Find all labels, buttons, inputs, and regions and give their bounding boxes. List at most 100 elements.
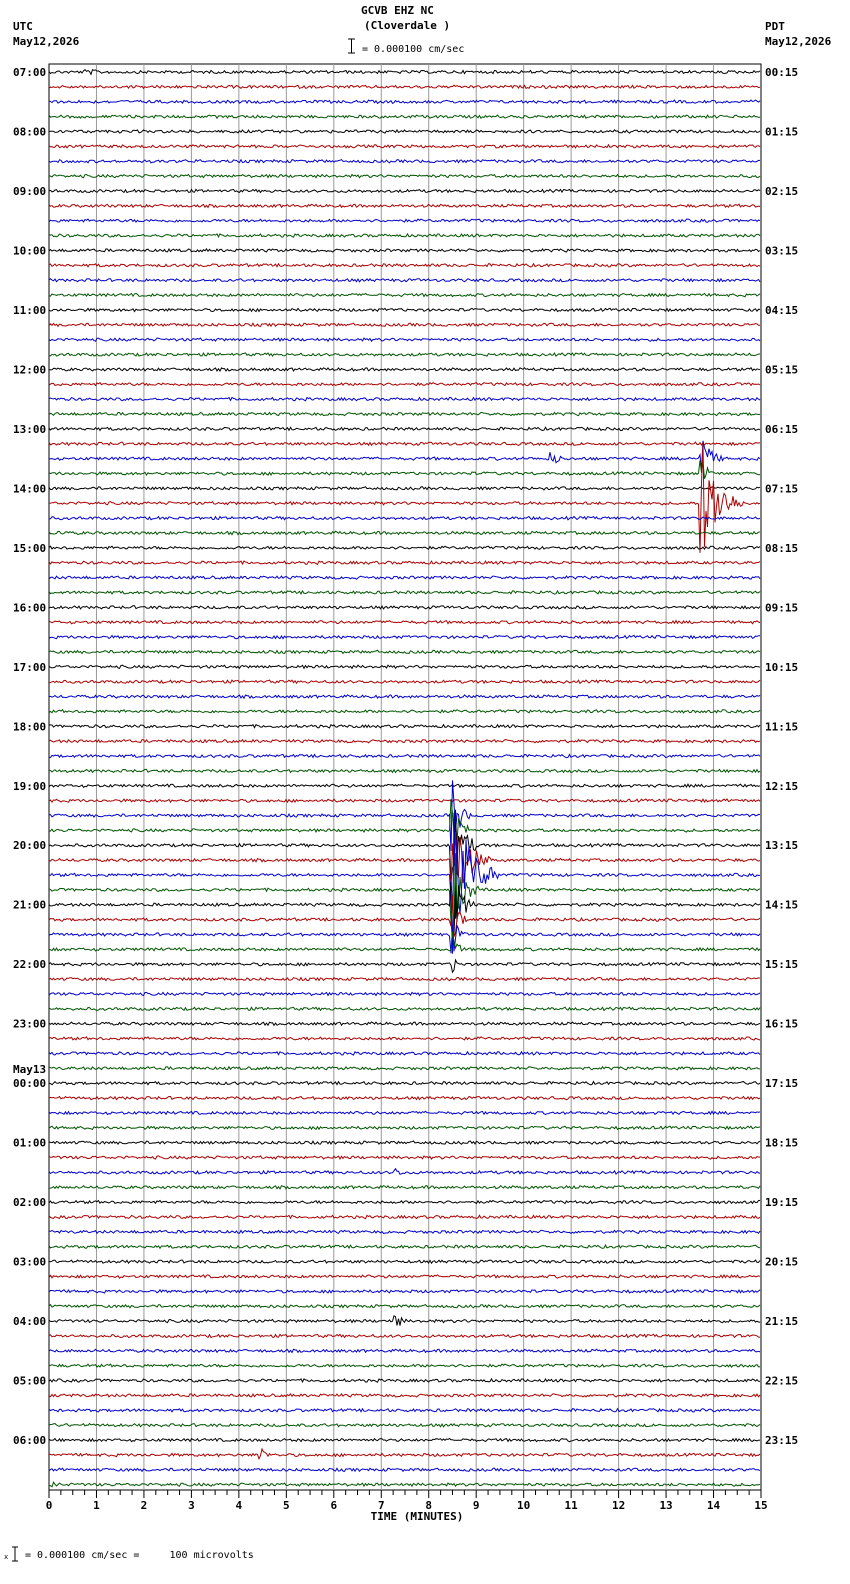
trace-line-43 [48,708,761,714]
pdt-hour-label-4: 04:15 [765,304,798,317]
utc-hour-label-6: 13:00 [13,423,46,436]
trace-line-75 [48,1184,761,1190]
utc-hour-label-11: 18:00 [13,720,46,733]
pdt-hour-label-12: 12:15 [765,780,798,793]
trace-line-12 [48,247,761,253]
trace-line-47 [48,768,761,774]
utc-hour-label-13: 20:00 [13,839,46,852]
seismogram-chart: 07:00 08:00 09:00 10:00 11:00 12:00 13:00 14:00… [13,63,798,1523]
pdt-hour-label-11: 11:15 [765,720,798,733]
trace-line-2 [48,99,761,105]
trace-line-16 [48,307,761,313]
trace-line-1 [48,84,761,90]
utc-hour-label-23: 06:00 [13,1434,46,1447]
x-tick-label-6: 6 [330,1499,337,1512]
trace-line-3 [48,114,761,120]
trace-line-44 [48,723,761,729]
x-tick-label-12: 12 [612,1499,625,1512]
trace-line-79 [48,1244,761,1250]
trace-line-89 [48,1392,761,1398]
utc-hour-label-4: 11:00 [13,304,46,317]
trace-line-64 [48,1021,761,1027]
trace-line-63 [48,1006,761,1012]
trace-line-7 [48,173,761,179]
trace-line-5 [48,143,761,149]
trace-line-85 [48,1333,760,1339]
trace-line-9 [48,203,761,209]
x-tick-label-0: 0 [46,1499,53,1512]
pdt-hour-label-3: 03:15 [765,244,798,257]
trace-line-65 [48,1036,761,1041]
trace-line-70 [48,1110,761,1116]
trace-line-87 [48,1363,761,1369]
trace-line-95 [48,1481,761,1488]
utc-hour-label-19: 02:00 [13,1196,46,1209]
pdt-hour-label-16: 16:15 [765,1018,798,1031]
utc-hour-label-22: 05:00 [13,1375,46,1388]
trace-line-20 [48,366,761,372]
utc-hour-label-1: 08:00 [13,125,46,138]
trace-line-11 [48,232,761,239]
trace-line-46 [48,753,761,759]
pdt-hour-label-7: 07:15 [765,482,798,495]
trace-line-33 [48,560,761,566]
pdt-hour-label-0: 00:15 [765,66,798,79]
trace-line-23 [48,411,761,417]
pdt-hour-label-6: 06:15 [765,423,798,436]
trace-line-27 [48,460,761,479]
trace-line-34 [48,575,761,580]
footer-scale-icon: x [4,1546,20,1562]
trace-line-10 [48,218,761,224]
x-axis-label: TIME (MINUTES) [371,1510,464,1523]
trace-line-13 [48,262,761,268]
trace-line-30 [48,515,761,521]
trace-line-15 [48,292,761,298]
x-tick-label-13: 13 [659,1499,672,1512]
trace-line-91 [48,1422,761,1428]
pdt-hour-label-21: 21:15 [765,1315,798,1328]
utc-hour-label-5: 12:00 [13,363,46,376]
trace-line-90 [48,1407,761,1413]
trace-line-73 [48,1155,761,1161]
trace-line-6 [48,158,761,164]
pdt-hour-label-2: 02:15 [765,185,798,198]
trace-line-62 [48,991,761,997]
x-tick-label-11: 11 [565,1499,579,1512]
trace-line-31 [48,530,761,536]
trace-line-83 [48,1303,761,1309]
utc-hour-label-2: 09:00 [13,185,46,198]
svg-text:x: x [4,1553,8,1561]
trace-line-78 [48,1229,761,1235]
trace-line-72 [48,1140,761,1146]
utc-hour-label-14: 21:00 [13,899,46,912]
trace-line-17 [48,322,761,328]
utc-hour-label-8: 15:00 [13,542,46,555]
trace-line-35 [48,589,761,595]
trace-line-52 [48,809,761,881]
pdt-hour-label-10: 10:15 [765,661,798,674]
trace-line-38 [48,634,761,640]
trace-line-22 [48,396,761,402]
trace-line-86 [48,1348,761,1354]
trace-line-54 [48,812,761,954]
trace-line-40 [48,664,761,670]
trace-line-48 [48,783,761,789]
trace-line-61 [48,976,761,982]
pdt-hour-label-19: 19:15 [765,1196,798,1209]
x-tick-label-9: 9 [473,1499,480,1512]
trace-line-68 [48,1080,761,1086]
pdt-hour-label-9: 09:15 [765,601,798,614]
x-tick-label-15: 15 [754,1499,767,1512]
x-tick-label-5: 5 [283,1499,290,1512]
utc-hour-label-17: 00:00 [13,1077,46,1090]
trace-line-39 [48,649,761,655]
pdt-hour-label-5: 05:15 [765,363,798,376]
trace-line-84 [48,1315,761,1326]
utc-hour-label-3: 10:00 [13,244,46,257]
trace-line-59 [48,931,761,952]
utc-hour-label-20: 03:00 [13,1256,46,1269]
trace-line-26 [48,440,761,471]
trace-line-76 [48,1199,761,1205]
trace-line-81 [48,1273,761,1279]
pdt-hour-label-23: 23:15 [765,1434,798,1447]
